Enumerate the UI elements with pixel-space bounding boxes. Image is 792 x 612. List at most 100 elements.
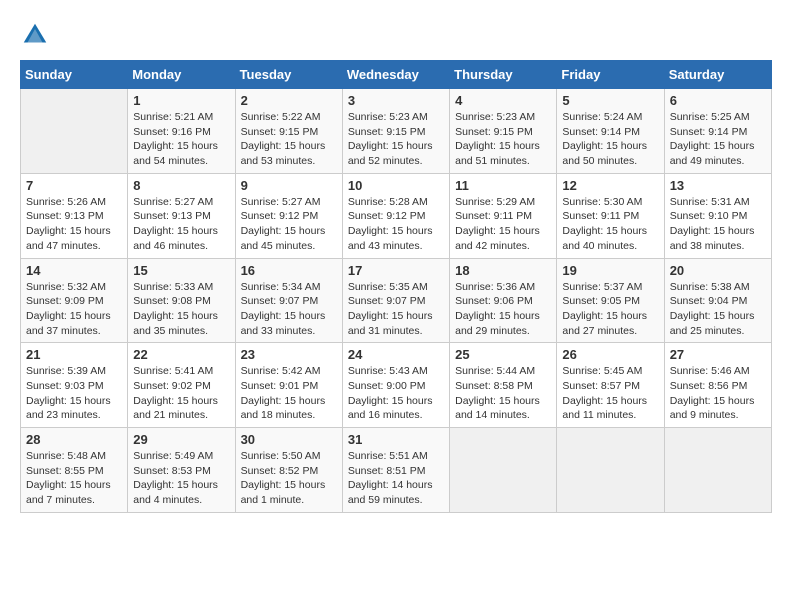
calendar-week-row: 7 Sunrise: 5:26 AMSunset: 9:13 PMDaylight…	[21, 173, 772, 258]
calendar-cell: 6 Sunrise: 5:25 AMSunset: 9:14 PMDaylight…	[664, 89, 771, 174]
calendar-header-row: SundayMondayTuesdayWednesdayThursdayFrid…	[21, 61, 772, 89]
day-info: Sunrise: 5:27 AMSunset: 9:13 PMDaylight:…	[133, 195, 229, 254]
day-info: Sunrise: 5:46 AMSunset: 8:56 PMDaylight:…	[670, 364, 766, 423]
calendar-cell: 21 Sunrise: 5:39 AMSunset: 9:03 PMDayligh…	[21, 343, 128, 428]
day-info: Sunrise: 5:30 AMSunset: 9:11 PMDaylight:…	[562, 195, 658, 254]
day-number: 9	[241, 178, 337, 193]
day-info: Sunrise: 5:25 AMSunset: 9:14 PMDaylight:…	[670, 110, 766, 169]
calendar-week-row: 1 Sunrise: 5:21 AMSunset: 9:16 PMDaylight…	[21, 89, 772, 174]
day-info: Sunrise: 5:44 AMSunset: 8:58 PMDaylight:…	[455, 364, 551, 423]
day-number: 19	[562, 263, 658, 278]
calendar-cell: 14 Sunrise: 5:32 AMSunset: 9:09 PMDayligh…	[21, 258, 128, 343]
day-info: Sunrise: 5:37 AMSunset: 9:05 PMDaylight:…	[562, 280, 658, 339]
day-number: 18	[455, 263, 551, 278]
calendar-cell: 18 Sunrise: 5:36 AMSunset: 9:06 PMDayligh…	[450, 258, 557, 343]
day-number: 26	[562, 347, 658, 362]
calendar-cell: 13Sunrise: 5:31 AMSunset: 9:10 PMDayligh…	[664, 173, 771, 258]
day-number: 8	[133, 178, 229, 193]
day-number: 14	[26, 263, 122, 278]
day-number: 29	[133, 432, 229, 447]
column-header-friday: Friday	[557, 61, 664, 89]
day-number: 4	[455, 93, 551, 108]
day-info: Sunrise: 5:48 AMSunset: 8:55 PMDaylight:…	[26, 449, 122, 508]
day-number: 3	[348, 93, 444, 108]
calendar-cell: 19 Sunrise: 5:37 AMSunset: 9:05 PMDayligh…	[557, 258, 664, 343]
column-header-tuesday: Tuesday	[235, 61, 342, 89]
column-header-monday: Monday	[128, 61, 235, 89]
day-info: Sunrise: 5:51 AMSunset: 8:51 PMDaylight:…	[348, 449, 444, 508]
calendar-cell	[450, 428, 557, 513]
calendar-cell	[21, 89, 128, 174]
column-header-wednesday: Wednesday	[342, 61, 449, 89]
day-info: Sunrise: 5:42 AMSunset: 9:01 PMDaylight:…	[241, 364, 337, 423]
day-info: Sunrise: 5:23 AMSunset: 9:15 PMDaylight:…	[455, 110, 551, 169]
day-info: Sunrise: 5:43 AMSunset: 9:00 PMDaylight:…	[348, 364, 444, 423]
calendar-week-row: 21 Sunrise: 5:39 AMSunset: 9:03 PMDayligh…	[21, 343, 772, 428]
calendar-cell: 4 Sunrise: 5:23 AMSunset: 9:15 PMDaylight…	[450, 89, 557, 174]
day-number: 31	[348, 432, 444, 447]
day-number: 24	[348, 347, 444, 362]
day-info: Sunrise: 5:28 AMSunset: 9:12 PMDaylight:…	[348, 195, 444, 254]
calendar-cell: 30 Sunrise: 5:50 AMSunset: 8:52 PMDayligh…	[235, 428, 342, 513]
calendar-cell: 8 Sunrise: 5:27 AMSunset: 9:13 PMDaylight…	[128, 173, 235, 258]
day-number: 11	[455, 178, 551, 193]
day-number: 25	[455, 347, 551, 362]
day-info: Sunrise: 5:39 AMSunset: 9:03 PMDaylight:…	[26, 364, 122, 423]
day-number: 20	[670, 263, 766, 278]
calendar-cell: 31 Sunrise: 5:51 AMSunset: 8:51 PMDayligh…	[342, 428, 449, 513]
day-number: 6	[670, 93, 766, 108]
day-info: Sunrise: 5:22 AMSunset: 9:15 PMDaylight:…	[241, 110, 337, 169]
calendar-cell: 22 Sunrise: 5:41 AMSunset: 9:02 PMDayligh…	[128, 343, 235, 428]
day-info: Sunrise: 5:35 AMSunset: 9:07 PMDaylight:…	[348, 280, 444, 339]
day-info: Sunrise: 5:41 AMSunset: 9:02 PMDaylight:…	[133, 364, 229, 423]
day-number: 16	[241, 263, 337, 278]
day-info: Sunrise: 5:24 AMSunset: 9:14 PMDaylight:…	[562, 110, 658, 169]
calendar-cell: 12Sunrise: 5:30 AMSunset: 9:11 PMDayligh…	[557, 173, 664, 258]
column-header-sunday: Sunday	[21, 61, 128, 89]
day-number: 30	[241, 432, 337, 447]
day-number: 1	[133, 93, 229, 108]
day-info: Sunrise: 5:32 AMSunset: 9:09 PMDaylight:…	[26, 280, 122, 339]
calendar-cell: 28Sunrise: 5:48 AMSunset: 8:55 PMDayligh…	[21, 428, 128, 513]
day-number: 17	[348, 263, 444, 278]
day-number: 7	[26, 178, 122, 193]
calendar-cell: 5 Sunrise: 5:24 AMSunset: 9:14 PMDaylight…	[557, 89, 664, 174]
calendar-cell: 2Sunrise: 5:22 AMSunset: 9:15 PMDaylight…	[235, 89, 342, 174]
day-number: 22	[133, 347, 229, 362]
calendar-cell: 9Sunrise: 5:27 AMSunset: 9:12 PMDaylight…	[235, 173, 342, 258]
day-info: Sunrise: 5:26 AMSunset: 9:13 PMDaylight:…	[26, 195, 122, 254]
logo-icon	[20, 20, 50, 50]
calendar-cell	[664, 428, 771, 513]
calendar-cell: 29 Sunrise: 5:49 AMSunset: 8:53 PMDayligh…	[128, 428, 235, 513]
calendar-week-row: 14 Sunrise: 5:32 AMSunset: 9:09 PMDayligh…	[21, 258, 772, 343]
day-info: Sunrise: 5:49 AMSunset: 8:53 PMDaylight:…	[133, 449, 229, 508]
day-number: 27	[670, 347, 766, 362]
page-header	[20, 20, 772, 50]
day-info: Sunrise: 5:45 AMSunset: 8:57 PMDaylight:…	[562, 364, 658, 423]
calendar-week-row: 28Sunrise: 5:48 AMSunset: 8:55 PMDayligh…	[21, 428, 772, 513]
calendar-cell: 16Sunrise: 5:34 AMSunset: 9:07 PMDayligh…	[235, 258, 342, 343]
calendar-cell	[557, 428, 664, 513]
calendar-cell: 25 Sunrise: 5:44 AMSunset: 8:58 PMDayligh…	[450, 343, 557, 428]
day-info: Sunrise: 5:21 AMSunset: 9:16 PMDaylight:…	[133, 110, 229, 169]
calendar-cell: 10Sunrise: 5:28 AMSunset: 9:12 PMDayligh…	[342, 173, 449, 258]
logo	[20, 20, 54, 50]
day-info: Sunrise: 5:36 AMSunset: 9:06 PMDaylight:…	[455, 280, 551, 339]
calendar-cell: 27 Sunrise: 5:46 AMSunset: 8:56 PMDayligh…	[664, 343, 771, 428]
day-number: 23	[241, 347, 337, 362]
day-number: 21	[26, 347, 122, 362]
calendar-cell: 15Sunrise: 5:33 AMSunset: 9:08 PMDayligh…	[128, 258, 235, 343]
calendar-cell: 7 Sunrise: 5:26 AMSunset: 9:13 PMDaylight…	[21, 173, 128, 258]
calendar-cell: 3 Sunrise: 5:23 AMSunset: 9:15 PMDaylight…	[342, 89, 449, 174]
day-info: Sunrise: 5:38 AMSunset: 9:04 PMDaylight:…	[670, 280, 766, 339]
day-info: Sunrise: 5:33 AMSunset: 9:08 PMDaylight:…	[133, 280, 229, 339]
day-info: Sunrise: 5:23 AMSunset: 9:15 PMDaylight:…	[348, 110, 444, 169]
day-info: Sunrise: 5:50 AMSunset: 8:52 PMDaylight:…	[241, 449, 337, 508]
day-number: 5	[562, 93, 658, 108]
day-info: Sunrise: 5:29 AMSunset: 9:11 PMDaylight:…	[455, 195, 551, 254]
day-number: 13	[670, 178, 766, 193]
calendar-cell: 24 Sunrise: 5:43 AMSunset: 9:00 PMDayligh…	[342, 343, 449, 428]
column-header-thursday: Thursday	[450, 61, 557, 89]
calendar-cell: 26 Sunrise: 5:45 AMSunset: 8:57 PMDayligh…	[557, 343, 664, 428]
calendar-cell: 11 Sunrise: 5:29 AMSunset: 9:11 PMDayligh…	[450, 173, 557, 258]
